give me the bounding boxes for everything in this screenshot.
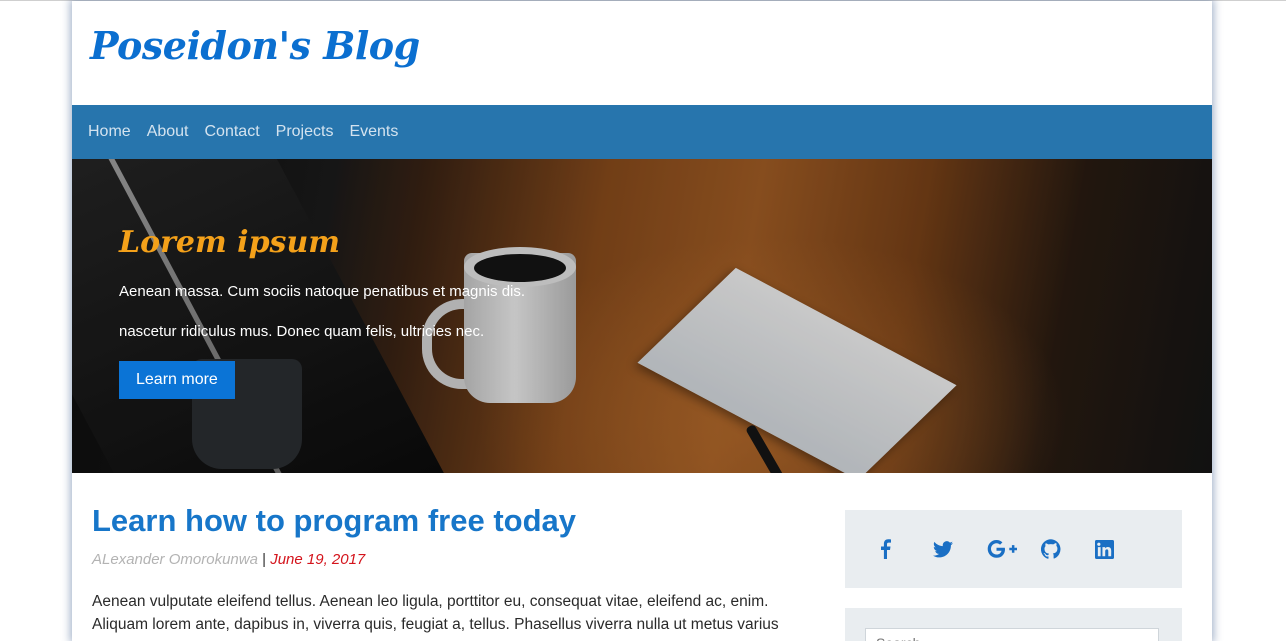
site-brand[interactable]: Poseidon's Blog <box>90 23 420 68</box>
main-content: Learn how to program free today ALexande… <box>72 473 1212 641</box>
hero-title: Lorem ipsum <box>119 225 341 260</box>
twitter-icon[interactable] <box>933 534 987 564</box>
nav-item-contact[interactable]: Contact <box>205 123 260 141</box>
meta-separator: | <box>262 551 267 568</box>
learn-more-button[interactable]: Learn more <box>119 361 235 399</box>
post-meta: ALexander Omorokunwa | June 19, 2017 <box>92 551 812 568</box>
hero-line-2: nascetur ridiculus mus. Donec quam felis… <box>119 323 485 340</box>
post-excerpt: Aenean vulputate eleifend tellus. Aenean… <box>92 593 779 633</box>
nav-item-home[interactable]: Home <box>88 123 131 141</box>
main-nav: Home About Contact Projects Events <box>72 105 1212 159</box>
github-icon[interactable] <box>1041 534 1095 564</box>
page-container: Poseidon's Blog Home About Contact Proje… <box>72 1 1212 641</box>
post-title[interactable]: Learn how to program free today <box>92 503 812 539</box>
facebook-icon[interactable] <box>879 534 933 564</box>
nav-item-events[interactable]: Events <box>349 123 398 141</box>
post-author: ALexander Omorokunwa <box>92 551 258 568</box>
social-links <box>845 510 1182 588</box>
post-date: June 19, 2017 <box>270 551 366 568</box>
nav-item-about[interactable]: About <box>147 123 189 141</box>
hero-line-1: Aenean massa. Cum sociis natoque penatib… <box>119 283 526 300</box>
search-widget <box>845 608 1182 641</box>
hero-content: Lorem ipsum Aenean massa. Cum sociis nat… <box>119 225 589 399</box>
sidebar <box>845 510 1182 641</box>
hero-banner: Lorem ipsum Aenean massa. Cum sociis nat… <box>72 159 1212 473</box>
search-input[interactable] <box>865 628 1159 641</box>
google-plus-icon[interactable] <box>987 534 1041 564</box>
nav-item-projects[interactable]: Projects <box>276 123 334 141</box>
linkedin-icon[interactable] <box>1095 534 1149 564</box>
site-header: Poseidon's Blog <box>72 1 1212 105</box>
blog-post: Learn how to program free today ALexande… <box>92 503 812 636</box>
